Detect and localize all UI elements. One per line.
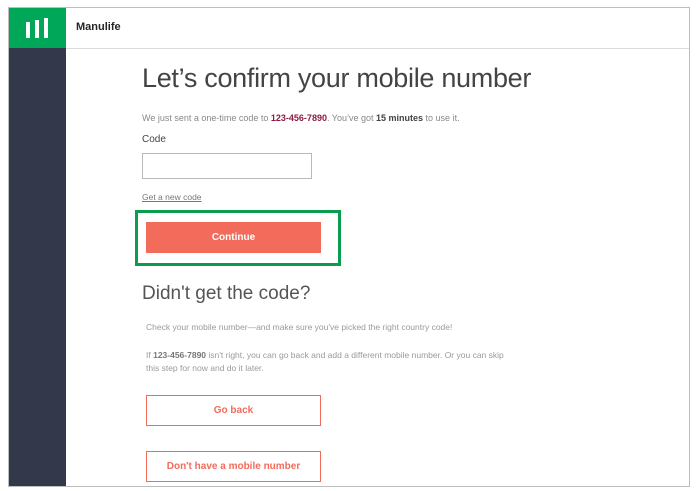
code-label: Code xyxy=(142,134,166,145)
info-prefix: We just sent a one-time code to xyxy=(142,113,271,123)
help-text-2: If 123-456-7890 isn't right, you can go … xyxy=(146,349,506,375)
no-mobile-number-button[interactable]: Don't have a mobile number xyxy=(146,451,321,482)
top-bar: Manulife xyxy=(66,8,689,49)
page-title: Let’s confirm your mobile number xyxy=(142,63,532,93)
confirm-form: Let’s confirm your mobile number We just… xyxy=(142,63,662,205)
app-frame: Manulife Let’s confirm your mobile numbe… xyxy=(8,7,690,487)
help-text-1: Check your mobile number—and make sure y… xyxy=(146,322,453,332)
info-text: We just sent a one-time code to 123-456-… xyxy=(142,113,662,123)
manulife-m-logo-icon xyxy=(26,18,48,38)
go-back-button[interactable]: Go back xyxy=(146,395,321,426)
phone-number: 123-456-7890 xyxy=(270,113,327,123)
help-text-2-phone: 123-456-7890 xyxy=(153,350,207,360)
get-new-code-link[interactable]: Get a new code xyxy=(142,192,202,202)
help-title: Didn't get the code? xyxy=(142,283,311,304)
time-limit: 15 minutes xyxy=(376,113,424,123)
logo xyxy=(9,8,66,48)
code-input[interactable] xyxy=(142,153,312,179)
continue-button[interactable]: Continue xyxy=(146,222,321,253)
info-suffix: to use it. xyxy=(423,113,460,123)
brand-name: Manulife xyxy=(76,21,121,33)
info-mid: . You’ve got xyxy=(326,113,377,123)
side-rail xyxy=(9,8,66,486)
